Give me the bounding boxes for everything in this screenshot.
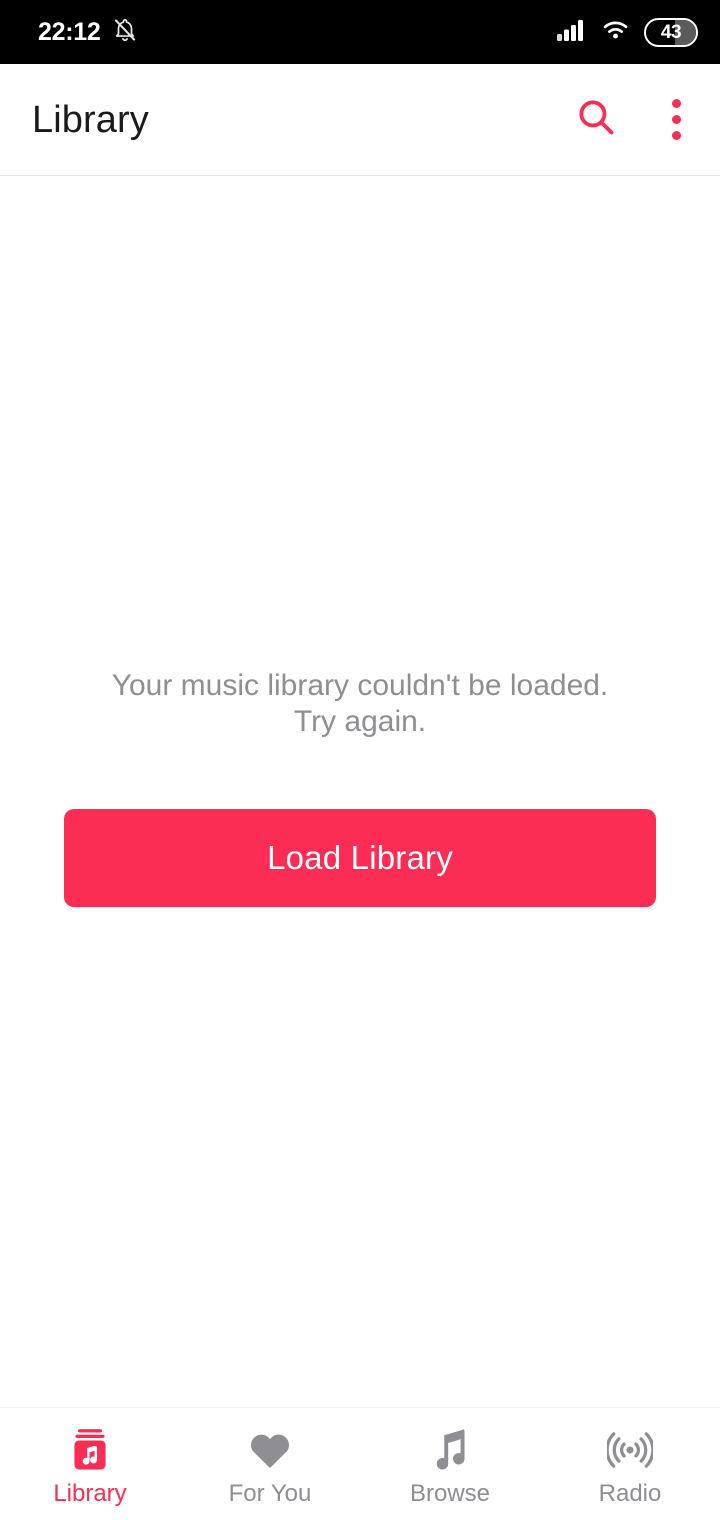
search-icon	[574, 95, 618, 144]
nav-label-library: Library	[53, 1479, 127, 1507]
music-note-icon	[429, 1427, 471, 1473]
status-bar-right: 43	[557, 17, 698, 48]
status-bar-clock: 22:12	[38, 17, 101, 46]
nav-item-radio[interactable]: Radio	[540, 1408, 720, 1520]
empty-state: Your music library couldn't be loaded. T…	[0, 668, 720, 907]
library-icon	[68, 1427, 112, 1473]
status-bar-left: 22:12	[38, 17, 138, 48]
nav-label-radio: Radio	[598, 1479, 662, 1507]
wifi-icon	[600, 17, 631, 48]
app-screen: 22:12 43 Library Your music library coul…	[0, 0, 720, 1520]
search-button[interactable]	[566, 90, 626, 150]
nav-item-library[interactable]: Library	[0, 1408, 180, 1520]
nav-label-browse: Browse	[409, 1479, 491, 1507]
app-bar-actions	[566, 90, 696, 150]
more-vertical-icon-dot-2	[671, 115, 681, 124]
app-bar: Library	[0, 64, 720, 176]
cellular-signal-icon	[557, 17, 587, 48]
page-title: Library	[32, 98, 149, 141]
bell-off-icon	[112, 17, 138, 48]
load-library-button[interactable]: Load Library	[64, 809, 656, 907]
heart-icon	[247, 1427, 293, 1473]
nav-label-for-you: For You	[228, 1479, 312, 1507]
overflow-menu-button[interactable]	[656, 90, 696, 150]
radio-broadcast-icon	[607, 1427, 653, 1473]
more-vertical-icon-dot-3	[671, 131, 681, 140]
more-vertical-icon-dot-1	[671, 99, 681, 108]
nav-item-browse[interactable]: Browse	[360, 1408, 540, 1520]
nav-item-for-you[interactable]: For You	[180, 1408, 360, 1520]
battery-level-label: 43	[660, 21, 682, 43]
empty-state-message: Your music library couldn't be loaded. T…	[111, 669, 609, 738]
status-bar: 22:12 43	[0, 0, 720, 64]
main-content: Your music library couldn't be loaded. T…	[0, 176, 720, 1407]
bottom-navigation-bar: Library For You Browse Radio	[0, 1407, 720, 1520]
battery-indicator: 43	[644, 17, 698, 47]
